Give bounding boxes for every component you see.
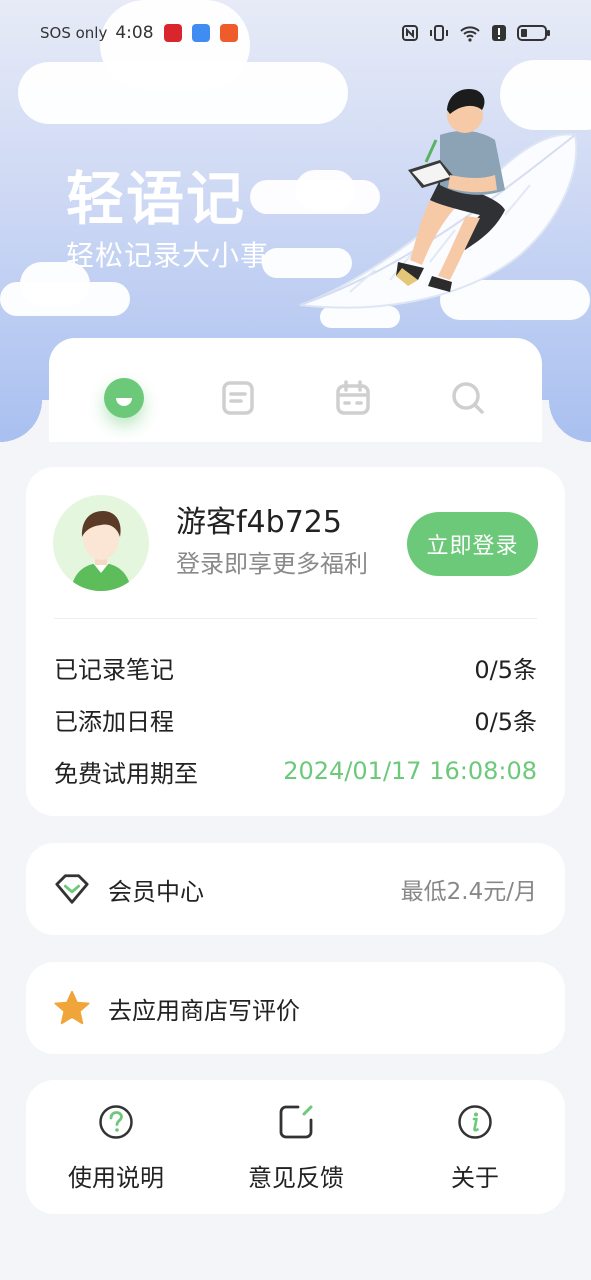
profile-card: 游客f4b725 登录即享更多福利 立即登录 已记录笔记 0/5条 已添加日程 … [26, 467, 565, 816]
about-label: 关于 [451, 1164, 499, 1192]
login-button[interactable]: 立即登录 [407, 512, 538, 576]
reading-boy-illustration [299, 88, 578, 309]
bottom-tab-bar [0, 338, 591, 442]
vibrate-icon [430, 25, 448, 41]
actions-card: 使用说明 意见反馈 关于 [26, 1080, 565, 1214]
diamond-icon [54, 871, 90, 907]
tab-me[interactable] [94, 368, 154, 428]
avatar[interactable] [53, 495, 149, 591]
help-label: 使用说明 [68, 1164, 164, 1192]
trial-expiry-value: 2024/01/17 16:08:08 [283, 757, 537, 785]
help-button[interactable]: 使用说明 [36, 1104, 196, 1193]
stat-label: 免费试用期至 [54, 759, 198, 788]
stat-value: 0/5条 [474, 707, 537, 736]
wifi-icon [460, 26, 480, 42]
tab-notes[interactable] [208, 368, 268, 428]
store-review-label: 去应用商店写评价 [108, 996, 300, 1025]
search-icon [452, 382, 484, 414]
feedback-icon [279, 1105, 313, 1139]
stat-label: 已记录笔记 [54, 655, 174, 684]
note-icon [222, 381, 254, 415]
feedback-label: 意见反馈 [248, 1164, 344, 1192]
status-bar: SOS only 4:08 [0, 0, 591, 66]
info-icon [458, 1105, 492, 1139]
tab-search[interactable] [438, 368, 498, 428]
stat-row-trial: 免费试用期至 2024/01/17 16:08:08 [54, 756, 537, 788]
app-notification-icon [191, 24, 210, 42]
battery-icon [517, 25, 550, 41]
smile-dot-icon [104, 378, 144, 418]
app-notification-icon [163, 24, 182, 42]
carrier-text: SOS only [40, 24, 108, 42]
stat-value: 0/5条 [474, 655, 537, 684]
stat-row-notes: 已记录笔记 0/5条 [54, 652, 537, 684]
stat-row-schedule: 已添加日程 0/5条 [54, 704, 537, 736]
tab-calendar[interactable] [323, 368, 383, 428]
store-review-row[interactable]: 去应用商店写评价 [26, 962, 565, 1054]
download-notification-icon [219, 24, 238, 42]
login-benefit-hint: 登录即享更多福利 [176, 550, 368, 578]
app-title: 轻语记 [66, 165, 247, 233]
feedback-button[interactable]: 意见反馈 [216, 1104, 376, 1193]
vip-center-row[interactable]: 会员中心 最低2.4元/月 [26, 843, 565, 935]
alert-icon [492, 25, 506, 41]
calendar-icon [336, 380, 370, 415]
username: 游客f4b725 [176, 505, 342, 540]
nfc-icon [402, 25, 418, 41]
vip-center-label: 会员中心 [108, 877, 204, 906]
divider [54, 618, 537, 619]
help-icon [99, 1105, 133, 1139]
stat-label: 已添加日程 [54, 707, 174, 736]
app-slogan: 轻松记录大小事 [66, 239, 270, 272]
user-avatar-icon [71, 511, 131, 591]
status-time: 4:08 [115, 23, 154, 43]
vip-price: 最低2.4元/月 [400, 879, 537, 905]
star-icon [54, 990, 90, 1026]
about-button[interactable]: 关于 [395, 1104, 555, 1193]
